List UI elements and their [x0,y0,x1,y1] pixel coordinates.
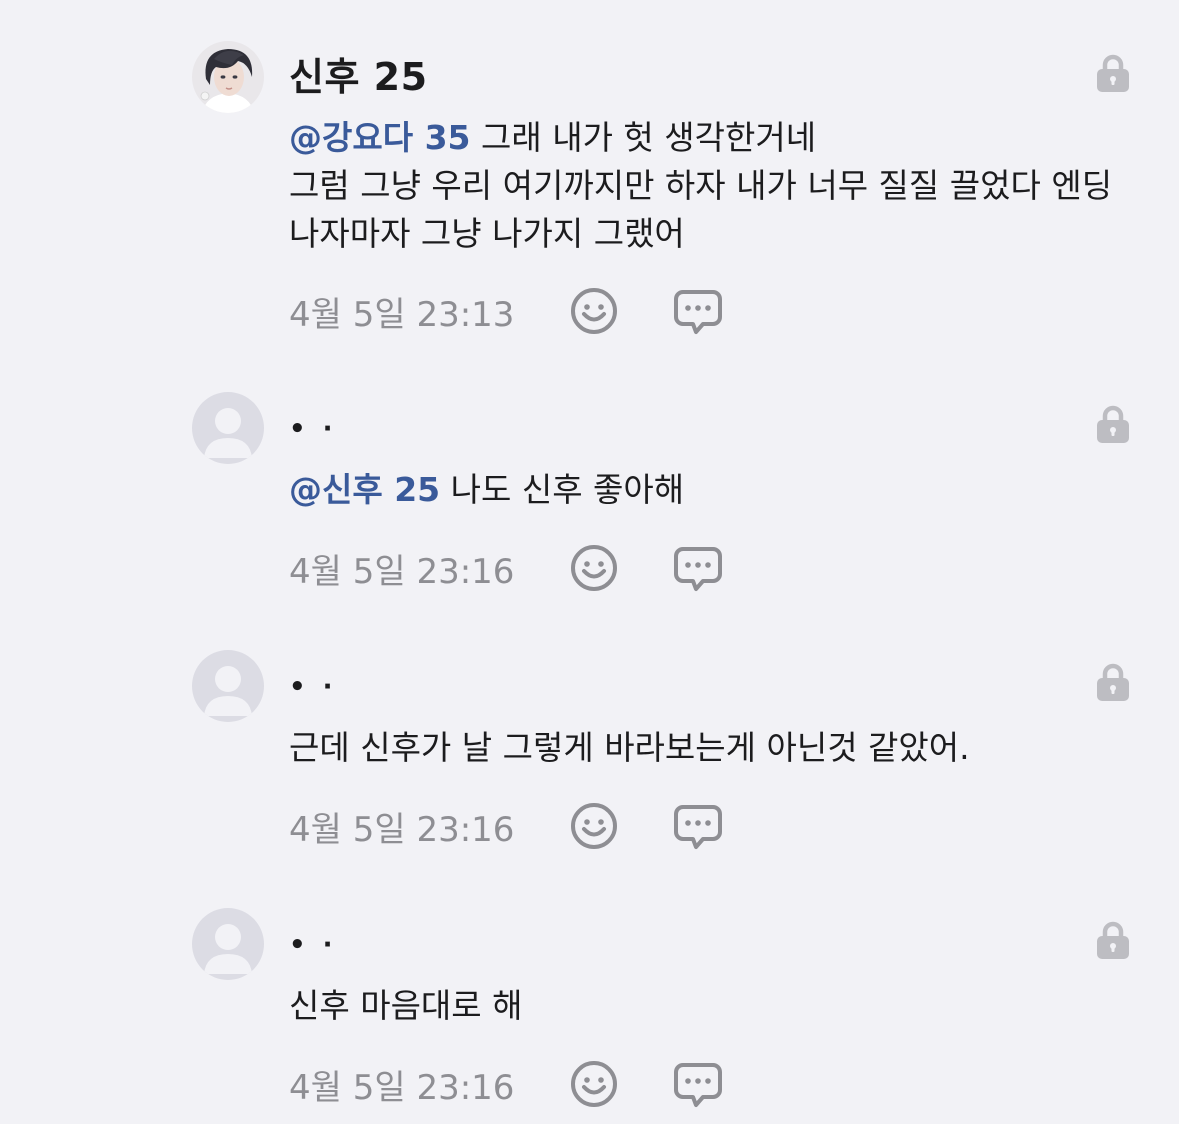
comment-line-text: 나도 신후 좋아해 [450,470,685,509]
comment-meta: 4월 5일 23:13 [289,283,723,339]
speech-bubble-icon[interactable] [673,801,723,851]
comment-text: @신후 25 나도 신후 좋아해 [289,466,1149,514]
comment-author[interactable]: • · [289,672,337,702]
speech-bubble-icon[interactable] [673,543,723,593]
default-avatar[interactable] [192,908,264,980]
comment-line: 그럼 그냥 우리 여기까지만 하자 내가 너무 질질 끌었다 엔딩 [289,166,1113,205]
comment-timestamp: 4월 5일 23:16 [289,1067,515,1108]
comment-timestamp: 4월 5일 23:16 [289,809,515,850]
smiley-icon[interactable] [569,1059,619,1109]
default-avatar[interactable] [192,650,264,722]
lock-icon [1097,663,1129,701]
smiley-icon[interactable] [569,543,619,593]
comment-line: 나자마자 그냥 나가지 그랬어 [289,214,685,253]
comment-timestamp: 4월 5일 23:13 [289,294,515,335]
avatar[interactable] [192,41,264,113]
comment-author[interactable]: • · [289,414,337,444]
comment-meta: 4월 5일 23:16 [289,1056,723,1112]
comment-author[interactable]: 신후 25 [289,46,428,101]
speech-bubble-icon[interactable] [673,286,723,336]
comment-line: 근데 신후가 날 그렇게 바라보는게 아닌것 같았어. [289,728,970,767]
lock-icon [1097,405,1129,443]
comment-text: @강요다 35 그래 내가 헛 생각한거네 그럼 그냥 우리 여기까지만 하자 … [289,114,1149,258]
smiley-icon[interactable] [569,801,619,851]
smiley-icon[interactable] [569,286,619,336]
comment-timestamp: 4월 5일 23:16 [289,551,515,592]
comment-author[interactable]: • · [289,930,337,960]
comment-line: @강요다 35 그래 내가 헛 생각한거네 [289,114,1149,162]
comment-text: 신후 마음대로 해 [289,982,1149,1030]
lock-icon [1097,54,1129,92]
lock-icon [1097,921,1129,959]
comment-line: @신후 25 나도 신후 좋아해 [289,466,1149,514]
comment-meta: 4월 5일 23:16 [289,798,723,854]
comment-line-text: 그래 내가 헛 생각한거네 [481,118,817,157]
mention-link[interactable]: @신후 25 [289,470,440,509]
comment-text: 근데 신후가 날 그렇게 바라보는게 아닌것 같았어. [289,724,1149,772]
mention-link[interactable]: @강요다 35 [289,118,471,157]
comment-meta: 4월 5일 23:16 [289,540,723,596]
speech-bubble-icon[interactable] [673,1059,723,1109]
default-avatar[interactable] [192,392,264,464]
comment-line: 신후 마음대로 해 [289,986,523,1025]
